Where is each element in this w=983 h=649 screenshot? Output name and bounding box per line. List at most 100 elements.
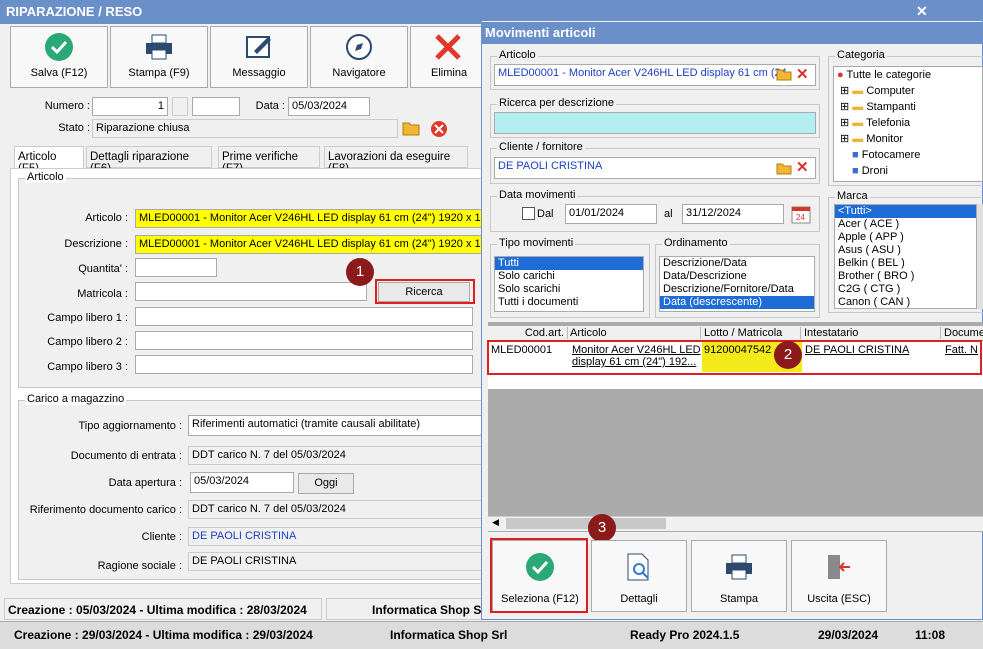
data-field[interactable]: 05/03/2024 bbox=[288, 97, 370, 116]
folder-icon: ▬ bbox=[852, 101, 864, 113]
tree-item[interactable]: ⊞ ▬ Monitor bbox=[834, 131, 982, 147]
col-intestatario[interactable]: Intestatario bbox=[804, 327, 941, 339]
folder-icon[interactable] bbox=[776, 161, 792, 178]
highlight-row bbox=[487, 340, 982, 375]
tipo-movimenti-list[interactable]: Tutti Solo carichi Solo scarichi Tutti i… bbox=[494, 256, 644, 312]
status-creazione-1: Creazione : 05/03/2024 - Ultima modifica… bbox=[4, 598, 322, 620]
folder-icon: ▬ bbox=[852, 117, 864, 129]
uscita-button[interactable]: Uscita (ESC) bbox=[791, 540, 887, 612]
folder-icon: ▬ bbox=[852, 133, 864, 145]
data-label: Data : bbox=[255, 100, 285, 112]
tree-item[interactable]: ■ Fotocamere bbox=[834, 147, 982, 163]
col-documento[interactable]: Docume bbox=[944, 327, 983, 339]
stato-label: Stato : bbox=[58, 122, 90, 134]
clear-icon[interactable] bbox=[430, 120, 448, 138]
scroll-left-icon[interactable]: ◀ bbox=[492, 517, 499, 528]
dal-field[interactable]: 01/01/2024 bbox=[565, 204, 657, 224]
save-button[interactable]: Salva (F12) bbox=[10, 26, 108, 88]
numero-field[interactable]: 1 bbox=[92, 97, 168, 116]
message-button[interactable]: Messaggio bbox=[210, 26, 308, 88]
descrizione-label: Descrizione : bbox=[64, 238, 128, 250]
oggi-button[interactable]: Oggi bbox=[298, 473, 354, 494]
quantita-field[interactable] bbox=[135, 258, 217, 277]
rif-field: DDT carico N. 7 del 05/03/2024 bbox=[188, 500, 485, 519]
exit-door-icon bbox=[828, 555, 850, 579]
col-articolo[interactable]: Articolo bbox=[570, 327, 701, 339]
list-item[interactable]: Brother ( BRO ) bbox=[835, 270, 976, 283]
tab-articolo[interactable]: Articolo (F5) bbox=[14, 146, 84, 175]
stato-field: Riparazione chiusa bbox=[92, 119, 398, 138]
list-item[interactable]: Data (descrescente) bbox=[660, 296, 814, 309]
dal-checkbox[interactable] bbox=[522, 207, 535, 220]
list-item[interactable]: Solo carichi bbox=[495, 270, 643, 283]
tree-item[interactable]: ⊞ ▬ Computer bbox=[834, 83, 982, 99]
list-item[interactable]: Tutti i documenti bbox=[495, 296, 643, 309]
tab-lavorazioni[interactable]: Lavorazioni da eseguire (F8) bbox=[324, 146, 468, 175]
list-item[interactable]: Descrizione/Fornitore/Data bbox=[660, 283, 814, 296]
tree-item[interactable]: ■ Droni bbox=[834, 163, 982, 179]
doc-field: DDT carico N. 7 del 05/03/2024 bbox=[188, 446, 485, 465]
dettagli-button[interactable]: Dettagli bbox=[591, 540, 687, 612]
numero-suffix-button[interactable] bbox=[172, 97, 188, 116]
list-item[interactable]: Descrizione/Data bbox=[660, 257, 814, 270]
list-item[interactable]: Apple ( APP ) bbox=[835, 231, 976, 244]
tab-prime-verifiche[interactable]: Prime verifiche (F7) bbox=[218, 146, 320, 175]
quantita-label: Quantita' : bbox=[78, 263, 128, 275]
apertura-field[interactable]: 05/03/2024 bbox=[190, 472, 294, 493]
descrizione-field[interactable]: MLED00001 - Monitor Acer V246HL LED disp… bbox=[135, 235, 485, 254]
scroll-thumb[interactable] bbox=[506, 518, 666, 529]
col-lotto[interactable]: Lotto / Matricola bbox=[704, 327, 801, 339]
clear-x-icon[interactable]: ✕ bbox=[796, 158, 809, 176]
highlight-ricerca bbox=[375, 279, 475, 304]
tree-item[interactable]: ⊞ ▬ Stampanti bbox=[834, 99, 982, 115]
col-codart[interactable]: Cod.art. bbox=[488, 327, 568, 339]
folder-icon[interactable] bbox=[402, 120, 420, 138]
dialog-articolo-field[interactable]: MLED00001 - Monitor Acer V246HL LED disp… bbox=[494, 64, 816, 86]
rif-label: Riferimento documento carico : bbox=[29, 504, 182, 516]
cubes-icon: ■ bbox=[852, 149, 859, 161]
ordinamento-list[interactable]: Descrizione/Data Data/Descrizione Descri… bbox=[659, 256, 815, 312]
compass-icon bbox=[346, 34, 372, 60]
step-badge-2: 2 bbox=[774, 341, 802, 369]
close-icon[interactable]: ✕ bbox=[916, 3, 932, 19]
printer-icon bbox=[146, 34, 172, 60]
edit-message-icon bbox=[246, 36, 271, 58]
list-item[interactable]: Data/Descrizione bbox=[660, 270, 814, 283]
campo3-field[interactable] bbox=[135, 355, 473, 374]
list-item[interactable]: <Tutti> bbox=[835, 205, 976, 218]
numero-label: Numero : bbox=[44, 100, 90, 112]
list-item[interactable]: Solo scarichi bbox=[495, 283, 643, 296]
categoria-tree[interactable]: ● Tutte le categorie ⊞ ▬ Computer ⊞ ▬ St… bbox=[833, 66, 983, 182]
ricerca-desc-input[interactable] bbox=[494, 112, 816, 134]
delete-button[interactable]: Elimina bbox=[410, 26, 485, 88]
main-title-bar: RIPARAZIONE / RESO bbox=[0, 0, 485, 24]
background-title-bar bbox=[485, 0, 983, 22]
matricola-field[interactable] bbox=[135, 282, 367, 301]
list-item[interactable]: Tutti bbox=[495, 257, 643, 270]
main-title: RIPARAZIONE / RESO bbox=[6, 4, 143, 19]
tree-item[interactable]: ⊞ ▬ Telefonia bbox=[834, 115, 982, 131]
tree-item-all[interactable]: ● Tutte le categorie bbox=[834, 67, 982, 83]
cliente-fornitore-field[interactable]: DE PAOLI CRISTINA bbox=[494, 157, 816, 179]
list-item[interactable]: Acer ( ACE ) bbox=[835, 218, 976, 231]
list-item[interactable]: C2G ( CTG ) bbox=[835, 283, 976, 296]
navigator-button[interactable]: Navigatore bbox=[310, 26, 408, 88]
marca-scrollbar[interactable] bbox=[977, 204, 983, 309]
numero-extra-field[interactable] bbox=[192, 97, 240, 116]
print-button[interactable]: Stampa (F9) bbox=[110, 26, 208, 88]
campo2-field[interactable] bbox=[135, 331, 473, 350]
list-item[interactable]: Asus ( ASU ) bbox=[835, 244, 976, 257]
calendar-icon[interactable]: 24 bbox=[791, 204, 811, 224]
campo1-field[interactable] bbox=[135, 307, 473, 326]
al-field[interactable]: 31/12/2024 bbox=[682, 204, 784, 224]
dialog-print-button[interactable]: Stampa bbox=[691, 540, 787, 612]
folder-icon[interactable] bbox=[776, 67, 792, 84]
articolo-field[interactable]: MLED00001 - Monitor Acer V246HL LED disp… bbox=[135, 209, 485, 228]
marca-list[interactable]: <Tutti> Acer ( ACE ) Apple ( APP ) Asus … bbox=[834, 204, 977, 309]
list-item[interactable]: Belkin ( BEL ) bbox=[835, 257, 976, 270]
list-item[interactable]: Canon ( CAN ) bbox=[835, 296, 976, 308]
tipo-select[interactable]: Riferimenti automatici (tramite causali … bbox=[188, 415, 485, 436]
tab-dettagli[interactable]: Dettagli riparazione (F6) bbox=[86, 146, 212, 175]
clear-x-icon[interactable]: ✕ bbox=[796, 65, 809, 83]
cubes-icon: ■ bbox=[852, 165, 859, 177]
